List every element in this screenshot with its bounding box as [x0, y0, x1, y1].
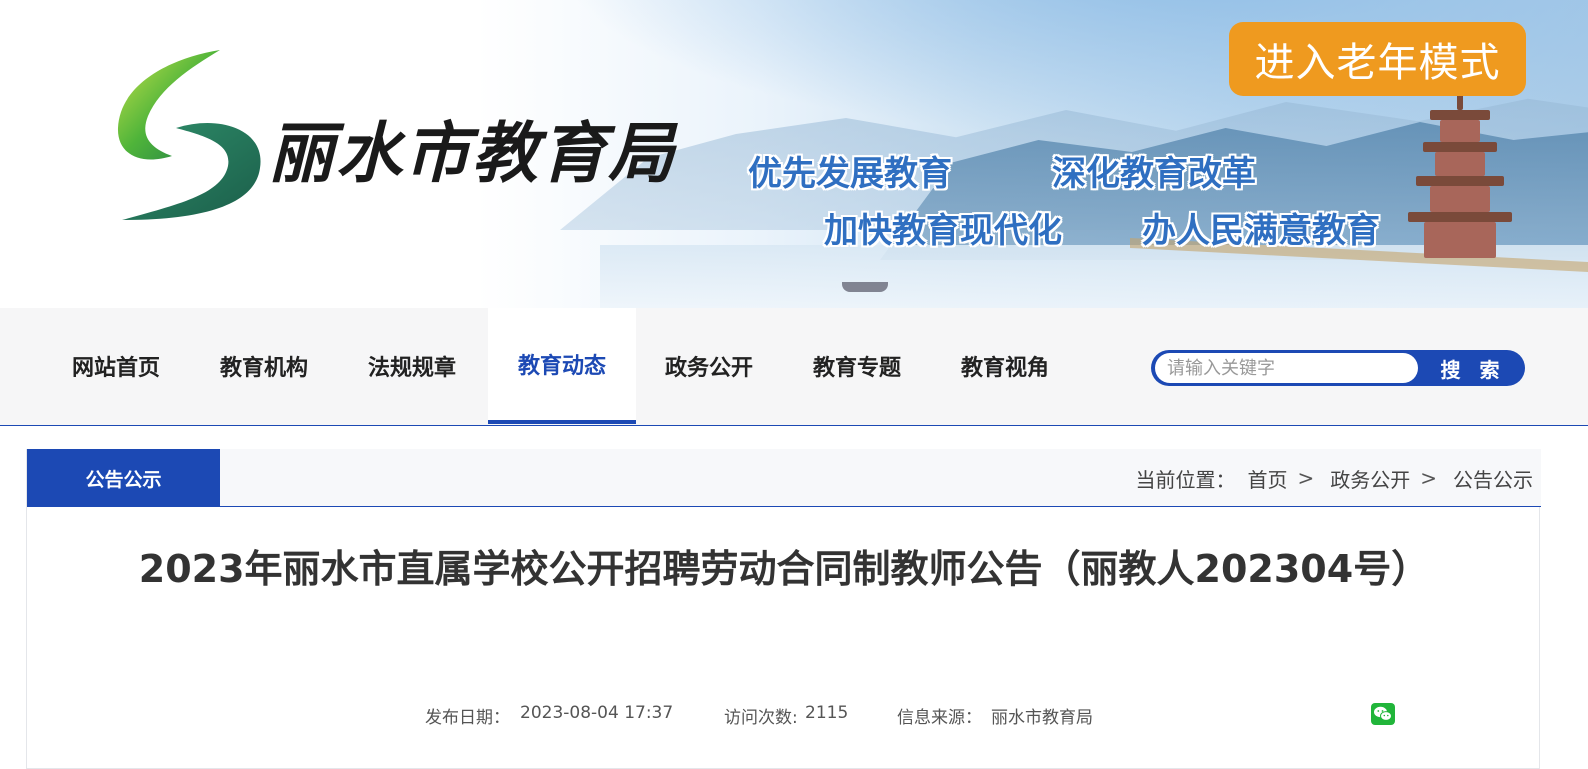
nav-item-topics[interactable]: 教育专题: [783, 308, 931, 424]
visits-label: 访问次数:: [724, 708, 798, 728]
breadcrumb-prefix: 当前位置：: [1135, 467, 1236, 492]
nav-item-institutions[interactable]: 教育机构: [190, 308, 338, 424]
nav-item-regulations[interactable]: 法规规章: [338, 308, 486, 424]
nav-item-education-news[interactable]: 教育动态: [488, 308, 636, 424]
nav-item-government-affairs[interactable]: 政务公开: [635, 308, 783, 424]
slogan-1: 优先发展教育: [748, 154, 952, 194]
article-title: 2023年丽水市直属学校公开招聘劳动合同制教师公告（丽教人202304号）: [138, 547, 1430, 591]
breadcrumb-separator: >: [1420, 466, 1437, 490]
section-tab[interactable]: 公告公示: [27, 449, 220, 507]
main-nav: 网站首页 教育机构 法规规章 教育动态 政务公开 教育专题 教育视角 搜 索: [0, 308, 1588, 426]
visits-count: 2115: [805, 703, 849, 723]
source-value: 丽水市教育局: [991, 708, 1093, 728]
panel-header: 公告公示 当前位置： 首页 > 政务公开 > 公告公示: [27, 449, 1541, 507]
nav-item-home[interactable]: 网站首页: [42, 308, 190, 424]
publish-date-label: 发布日期：: [425, 708, 510, 728]
site-title: 丽水市教育局: [268, 114, 676, 192]
breadcrumb-announcements[interactable]: 公告公示: [1453, 464, 1533, 493]
search-bar: 搜 索: [1151, 350, 1525, 386]
green-s-swoosh-icon: [117, 50, 261, 220]
source-label: 信息来源：: [897, 708, 982, 728]
content-panel: 公告公示 当前位置： 首页 > 政务公开 > 公告公示 2023年丽水市直属学校…: [26, 449, 1541, 769]
slogan-4: 办人民满意教育: [1142, 211, 1380, 251]
breadcrumb-government-affairs[interactable]: 政务公开: [1330, 464, 1410, 493]
wechat-icon[interactable]: [1371, 703, 1395, 725]
breadcrumb-home[interactable]: 首页: [1247, 464, 1287, 493]
banner-boat: [842, 282, 888, 292]
slogan-2: 深化教育改革: [1052, 154, 1256, 194]
breadcrumb: 当前位置： 首页 > 政务公开 > 公告公示: [1135, 449, 1533, 507]
article-meta: 发布日期： 2023-08-04 17:37 访问次数: 2115 信息来源： …: [27, 703, 1541, 733]
elder-mode-button[interactable]: 进入老年模式: [1229, 22, 1526, 96]
header-banner: 丽水市教育局 优先发展教育 深化教育改革 加快教育现代化 办人民满意教育 进入老…: [0, 0, 1588, 308]
publish-date: 2023-08-04 17:37: [520, 703, 674, 723]
breadcrumb-separator: >: [1297, 466, 1315, 490]
nav-item-perspectives[interactable]: 教育视角: [931, 308, 1079, 424]
banner-pagoda: [1405, 92, 1515, 262]
slogan-3: 加快教育现代化: [824, 211, 1062, 251]
search-input[interactable]: [1155, 353, 1418, 383]
search-button[interactable]: 搜 索: [1423, 350, 1523, 386]
